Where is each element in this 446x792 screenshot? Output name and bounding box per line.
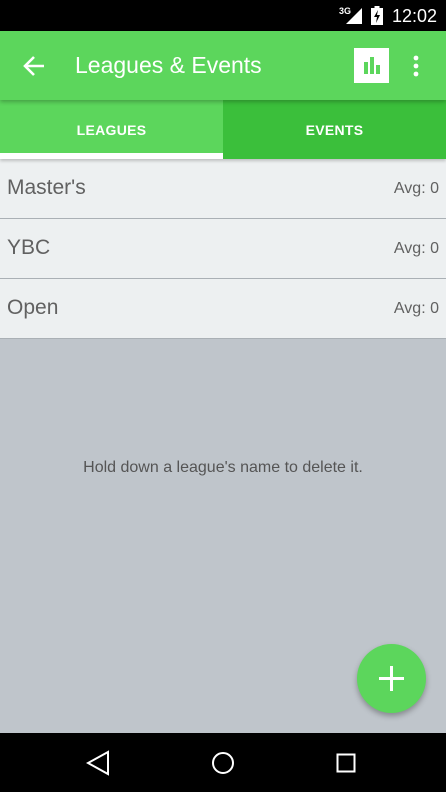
overflow-menu-button[interactable] — [406, 51, 426, 81]
list-item[interactable]: YBC Avg: 0 — [0, 219, 446, 279]
battery-charging-icon — [371, 6, 383, 25]
add-league-button[interactable] — [357, 644, 426, 713]
app-bar: Leagues & Events — [0, 31, 446, 100]
tab-leagues[interactable]: LEAGUES — [0, 100, 223, 159]
hint-text: Hold down a league's name to delete it. — [83, 459, 363, 476]
league-name: YBC — [7, 236, 51, 259]
more-vert-icon — [413, 55, 419, 77]
league-average: Avg: 0 — [393, 300, 439, 317]
status-bar: 3G 12:02 — [0, 0, 446, 31]
page-title: Leagues & Events — [75, 52, 262, 78]
tab-events[interactable]: EVENTS — [223, 100, 446, 159]
nav-home-icon[interactable] — [211, 751, 235, 775]
stats-button[interactable] — [354, 48, 389, 83]
league-name: Master's — [7, 176, 86, 199]
nav-recents-icon[interactable] — [336, 753, 356, 773]
league-average: Avg: 0 — [393, 180, 439, 197]
back-button[interactable] — [20, 51, 50, 81]
clock: 12:02 — [392, 6, 438, 26]
tab-indicator — [0, 153, 223, 159]
list-item[interactable]: Open Avg: 0 — [0, 279, 446, 339]
system-navigation-bar — [0, 733, 446, 792]
add-icon — [379, 666, 404, 691]
tab-bar: LEAGUES EVENTS — [0, 100, 446, 159]
bar-chart-icon — [364, 57, 380, 74]
league-list: Master's Avg: 0 YBC Avg: 0 Open Avg: 0 — [0, 159, 446, 339]
signal-icon — [346, 8, 362, 24]
list-item[interactable]: Master's Avg: 0 — [0, 159, 446, 219]
arrow-back-icon — [23, 56, 44, 76]
nav-back-icon[interactable] — [86, 750, 110, 776]
league-name: Open — [7, 296, 59, 319]
league-average: Avg: 0 — [393, 240, 439, 257]
